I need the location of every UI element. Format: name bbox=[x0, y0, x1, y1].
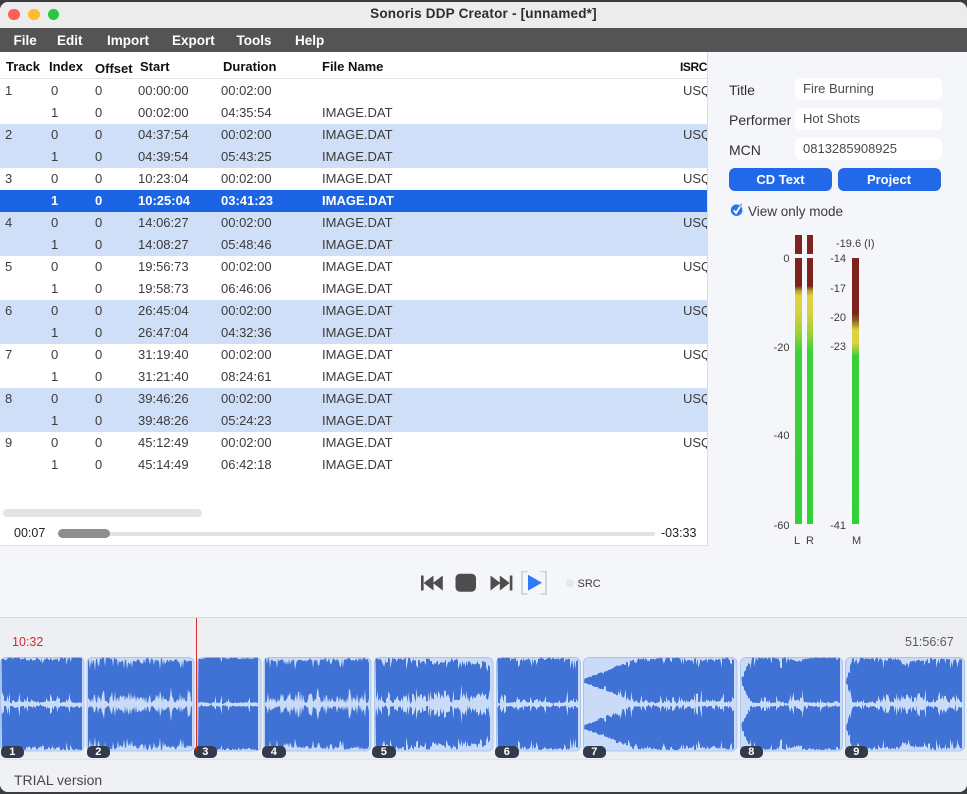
svg-text:SRC: SRC bbox=[578, 577, 601, 589]
